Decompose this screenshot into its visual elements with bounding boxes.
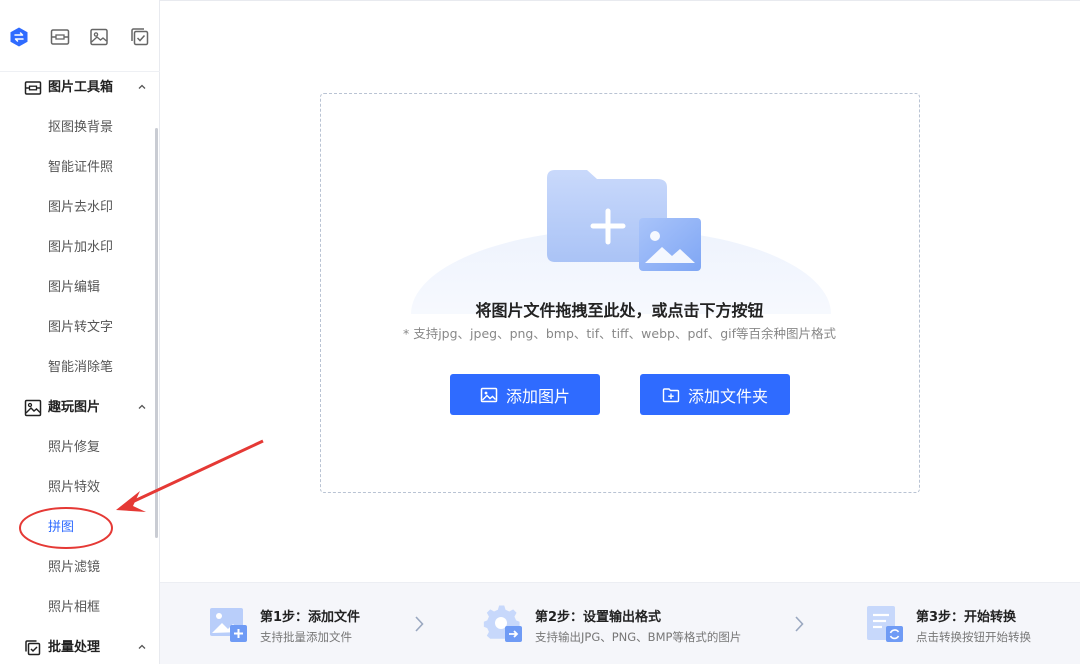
folder-add-icon [662, 387, 680, 402]
add-image-button[interactable]: 添加图片 [450, 374, 600, 415]
convert-icon[interactable] [8, 26, 30, 48]
step-title: 第3步：开始转换 [916, 610, 1017, 625]
sidebar-item-image-to-text[interactable]: 图片转文字 [48, 319, 113, 337]
file-drop-zone[interactable]: 将图片文件拖拽至此处，或点击下方按钮 * 支持jpg、jpeg、png、bmp、… [320, 93, 920, 493]
add-folder-button[interactable]: 添加文件夹 [640, 374, 790, 415]
main-panel: 将图片文件拖拽至此处，或点击下方按钮 * 支持jpg、jpeg、png、bmp、… [160, 0, 1080, 664]
chevron-right-icon [415, 616, 424, 632]
steps-bar: 第1步：添加文件 支持批量添加文件 第2步：设置输出格式 支持输出JPG、PNG… [160, 582, 1080, 664]
image-toolbox-icon[interactable] [49, 26, 71, 48]
step-title: 第1步：添加文件 [260, 610, 361, 625]
sidebar-scrollbar[interactable] [155, 128, 158, 538]
group-batch-processing[interactable]: 批量处理 [0, 632, 158, 664]
chevron-up-icon[interactable] [136, 641, 148, 653]
sidebar-item-id-photo[interactable]: 智能证件照 [48, 159, 113, 177]
step-desc: 支持批量添加文件 [260, 630, 352, 644]
sidebar-item-smart-eraser[interactable]: 智能消除笔 [48, 359, 113, 377]
batch-check-icon[interactable] [129, 26, 151, 48]
group-fun-images[interactable]: 趣玩图片 [0, 392, 158, 424]
sidebar-item-remove-watermark[interactable]: 图片去水印 [48, 199, 113, 217]
group-label: 图片工具箱 [48, 80, 114, 95]
sidebar-item-photo-filter[interactable]: 照片滤镜 [48, 559, 100, 577]
divider [160, 0, 1080, 1]
batch-check-icon [25, 640, 41, 656]
sidebar-item-image-edit[interactable]: 图片编辑 [48, 279, 100, 297]
sidebar-item-photo-effects[interactable]: 照片特效 [48, 479, 100, 497]
sidebar-item-add-watermark[interactable]: 图片加水印 [48, 239, 113, 257]
chevron-right-icon [795, 616, 804, 632]
group-label: 批量处理 [48, 640, 101, 655]
sidebar-item-photo-repair[interactable]: 照片修复 [48, 439, 100, 457]
sidebar-top-toolbar [0, 0, 160, 72]
convert-doc-icon [867, 606, 903, 642]
drop-zone-subtitle: * 支持jpg、jpeg、png、bmp、tif、tiff、webp、pdf、g… [402, 326, 837, 341]
add-file-icon [210, 608, 247, 642]
sidebar-item-cutout[interactable]: 抠图换背景 [48, 119, 113, 137]
sidebar-item-collage[interactable]: 拼图 [48, 519, 74, 537]
settings-gear-icon [483, 605, 522, 642]
add-folder-label: 添加文件夹 [687, 386, 768, 406]
add-image-label: 添加图片 [505, 386, 570, 406]
step-title: 第2步：设置输出格式 [535, 610, 662, 625]
image-icon [480, 387, 498, 402]
step-desc: 支持输出JPG、PNG、BMP等格式的图片 [535, 630, 742, 644]
chevron-up-icon[interactable] [136, 81, 148, 93]
drop-zone-title: 将图片文件拖拽至此处，或点击下方按钮 [475, 301, 764, 320]
picture-icon [24, 399, 42, 417]
group-label: 趣玩图片 [48, 400, 101, 415]
chevron-up-icon[interactable] [136, 401, 148, 413]
folder-image-illustration [411, 170, 831, 314]
image-toolbox-icon [24, 81, 42, 95]
sidebar: 图片工具箱 抠图换背景 智能证件照 图片去水印 图片加水印 图片编辑 图片转文字… [0, 0, 160, 664]
step-desc: 点击转换按钮开始转换 [916, 630, 1031, 644]
picture-icon[interactable] [88, 26, 110, 48]
group-image-toolbox[interactable]: 图片工具箱 [0, 72, 158, 104]
sidebar-item-photo-frame[interactable]: 照片相框 [48, 599, 100, 617]
